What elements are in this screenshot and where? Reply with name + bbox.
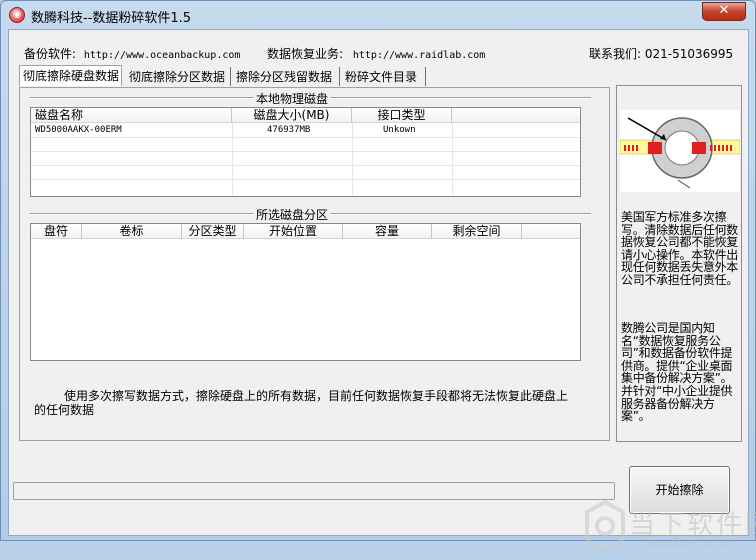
contact-label: 联系我们:: [589, 47, 642, 61]
tab-erase-partition[interactable]: 彻底擦除分区数据: [126, 67, 231, 86]
close-button[interactable]: ✕: [702, 2, 746, 21]
watermark-logo-icon: [585, 500, 625, 552]
col-capacity[interactable]: 容量: [343, 224, 432, 239]
col-disk-size[interactable]: 磁盘大小(MB): [232, 108, 352, 123]
disk-interface-cell: Unkown: [383, 125, 416, 135]
grid-line: [31, 137, 580, 138]
col-partition-type[interactable]: 分区类型: [182, 224, 244, 239]
grid-line: [31, 179, 580, 180]
watermark-url: www.downxia.com: [643, 538, 737, 549]
physical-disk-list[interactable]: 磁盘名称 磁盘大小(MB) 接口类型 WD5000AAKX-00ERM 4769…: [30, 107, 581, 197]
status-bar: [13, 482, 615, 500]
partitions-title: 所选磁盘分区: [254, 206, 331, 223]
table-row[interactable]: WD5000AAKX-00ERM 476937MB Unkown: [31, 124, 580, 137]
contact-phone: 021-51036995: [644, 47, 734, 61]
backup-url: http://www.oceanbackup.com: [83, 50, 241, 61]
partition-list[interactable]: 盘符 卷标 分区类型 开始位置 容量 剩余空间: [30, 223, 581, 361]
disk-illustration-icon: [619, 110, 741, 192]
col-interface[interactable]: 接口类型: [352, 108, 452, 123]
col-start-position[interactable]: 开始位置: [244, 224, 343, 239]
standard-notice: 美国军方标准多次擦写。清除数据后任何数据恢复公司都不能恢复请小心操作。本软件出现…: [621, 210, 739, 287]
main-client-area: 备份软件: http://www.oceanbackup.com 数据恢复业务:…: [8, 29, 756, 552]
tab-shred-files[interactable]: 粉碎文件目录: [342, 67, 426, 86]
disk-name-cell: WD5000AAKX-00ERM: [35, 125, 122, 135]
tab-panel: 本地物理磁盘 磁盘名称 磁盘大小(MB) 接口类型 WD5000AAKX-00E…: [19, 87, 610, 441]
company-intro: 数腾公司是国内知名“数据恢复服务公司”和数据备份软件提供商。提供“企业桌面集中备…: [621, 321, 733, 424]
info-side-panel: 美国军方标准多次擦写。清除数据后任何数据恢复公司都不能恢复请小心操作。本软件出现…: [616, 85, 742, 442]
partition-list-header: 盘符 卷标 分区类型 开始位置 容量 剩余空间: [31, 224, 580, 239]
col-drive-letter[interactable]: 盘符: [31, 224, 82, 239]
grid-line: [232, 123, 233, 196]
col-free-space[interactable]: 剩余空间: [432, 224, 522, 239]
recovery-label: 数据恢复业务:: [267, 47, 344, 61]
backup-label: 备份软件:: [24, 47, 77, 61]
physical-disks-title: 本地物理磁盘: [254, 90, 331, 107]
description-text: 使用多次擦写数据方式，擦除硬盘上的所有数据，目前任何数据恢复手段都将无法恢复此硬…: [34, 389, 569, 417]
contact-info: 联系我们: 021-51036995: [589, 45, 733, 62]
title-bar[interactable]: ◉ 数腾科技--数据粉碎软件1.5 ✕: [1, 1, 755, 29]
window-title: 数腾科技--数据粉碎软件1.5: [31, 11, 192, 26]
disk-size-cell: 476937MB: [267, 125, 311, 135]
col-volume-label[interactable]: 卷标: [82, 224, 182, 239]
recovery-info: 数据恢复业务: http://www.raidlab.com: [267, 45, 485, 62]
backup-info: 备份软件: http://www.oceanbackup.com: [24, 45, 240, 62]
grid-line: [31, 165, 580, 166]
tab-erase-disk[interactable]: 彻底擦除硬盘数据: [19, 65, 122, 86]
tab-erase-residual[interactable]: 擦除分区残留数据: [233, 67, 340, 86]
col-disk-name[interactable]: 磁盘名称: [31, 108, 232, 123]
app-icon: ◉: [9, 7, 25, 23]
grid-line: [452, 123, 453, 196]
grid-line: [352, 123, 353, 196]
recovery-url: http://www.raidlab.com: [352, 50, 486, 61]
start-erase-button[interactable]: 开始擦除: [629, 466, 730, 514]
app-window: ◉ 数腾科技--数据粉碎软件1.5 ✕ 备份软件: http://www.oce…: [0, 0, 756, 552]
disk-list-header: 磁盘名称 磁盘大小(MB) 接口类型: [31, 108, 580, 123]
grid-line: [31, 151, 580, 152]
